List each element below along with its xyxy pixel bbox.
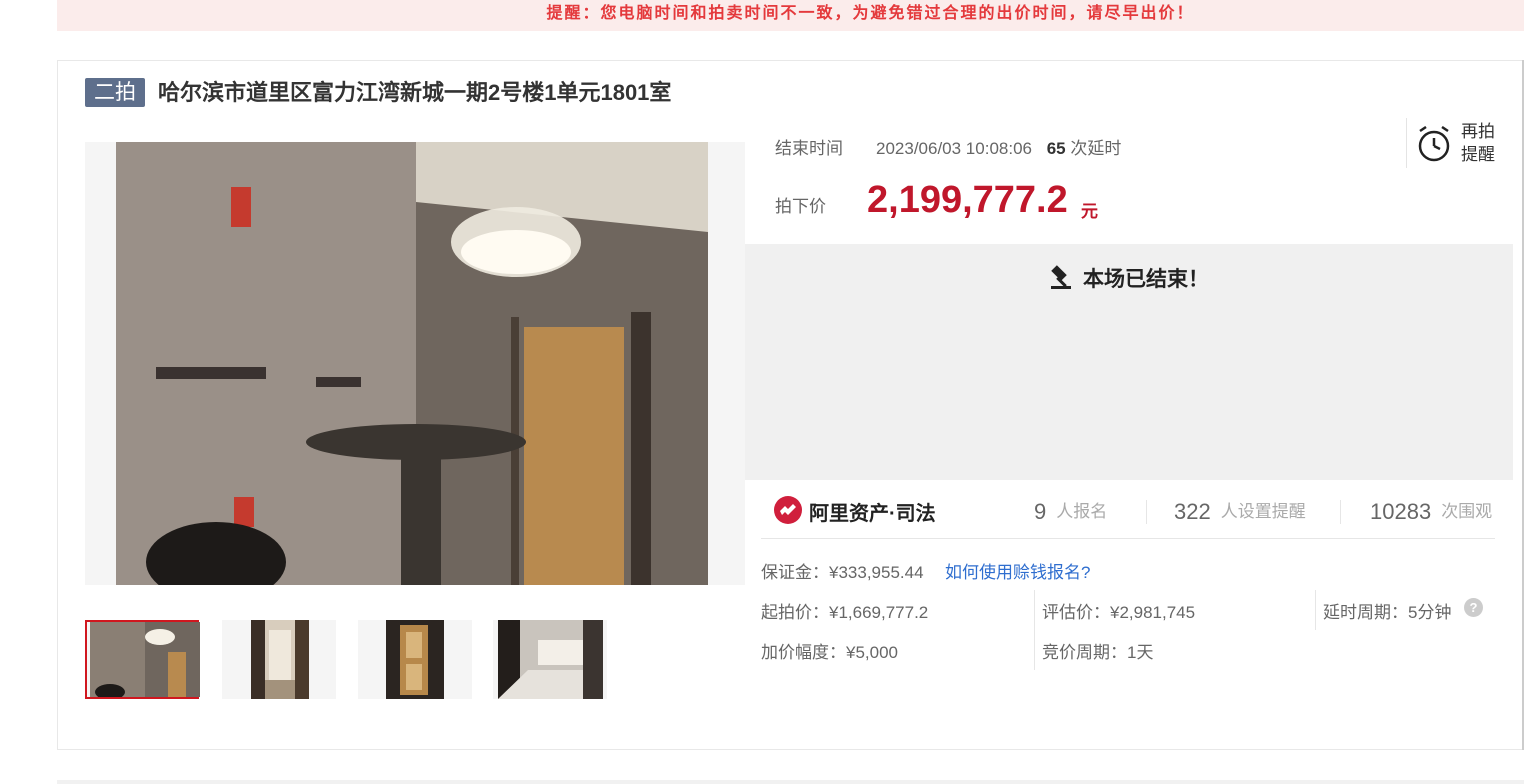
signup-count-label: 人报名	[1056, 502, 1108, 521]
thumbnail-4[interactable]	[493, 620, 607, 699]
auction-status-text: 本场已结束！	[1083, 268, 1209, 291]
auction-status-box: 本场已结束！	[745, 244, 1513, 480]
main-photo-image	[116, 142, 708, 585]
alarm-clock-icon	[1418, 126, 1450, 162]
reminder-count-number: 322	[1174, 499, 1211, 524]
reminder-label-line2: 提醒	[1461, 145, 1495, 164]
reminder-count-label: 人设置提醒	[1220, 502, 1306, 521]
time-mismatch-notice: 提醒：您电脑时间和拍卖时间不一致，为避免错过合理的出价时间，请尽早出价！	[57, 0, 1524, 31]
help-icon[interactable]: ?	[1464, 598, 1483, 617]
divider	[1146, 500, 1147, 524]
view-count-label: 次围观	[1441, 502, 1493, 521]
reminder-count: 322 人设置提醒	[1174, 497, 1306, 525]
thumbnail-1-image	[90, 622, 200, 697]
deposit-help-link[interactable]: 如何使用赊钱报名?	[945, 558, 1090, 583]
price-label: 拍下价	[775, 197, 826, 216]
divider	[1340, 500, 1341, 524]
thumbnail-1[interactable]	[85, 620, 200, 699]
divider	[1315, 590, 1316, 630]
lot-title: 哈尔滨市道里区富力江湾新城一期2号楼1单元1801室	[158, 80, 672, 105]
end-time-label: 结束时间	[775, 139, 843, 158]
price-unit: 元	[1081, 202, 1098, 221]
round-badge: 二拍	[85, 78, 145, 107]
delay-count: 65	[1046, 139, 1066, 158]
thumbnail-2[interactable]	[222, 620, 336, 699]
reminder-label: 再拍 提醒	[1461, 120, 1501, 166]
next-panel-edge	[57, 780, 1524, 784]
divider	[761, 538, 1495, 539]
deposit: 保证金：¥333,955.44	[761, 563, 924, 582]
appraisal-price: 评估价：¥2,981,745	[1042, 603, 1196, 622]
reminder-label-line1: 再拍	[1461, 122, 1495, 141]
thumbnail-3-image	[386, 620, 444, 699]
end-time: 2023/06/03 10:08:06 65 次延时	[876, 134, 1121, 159]
delay-suffix: 次延时	[1070, 139, 1122, 158]
main-photo[interactable]	[85, 142, 745, 585]
signup-count-number: 9	[1034, 499, 1047, 524]
start-price: 起拍价：¥1,669,777.2	[761, 603, 929, 622]
re-auction-reminder-button[interactable]: 再拍 提醒	[1406, 118, 1498, 168]
bid-increment: 加价幅度：¥5,000	[761, 643, 898, 662]
view-count: 10283 次围观	[1370, 497, 1492, 525]
bid-period: 竞价周期：1天	[1042, 643, 1154, 662]
brand-name: 阿里资产·司法	[809, 503, 936, 525]
gavel-icon	[1051, 265, 1071, 289]
end-time-value: 2023/06/03 10:08:06	[876, 139, 1032, 158]
thumbnail-3[interactable]	[358, 620, 472, 699]
signup-count: 9 人报名	[1034, 497, 1107, 525]
auction-ended-message: 本场已结束！	[745, 263, 1513, 293]
delay-period: 延时周期：5分钟	[1323, 603, 1452, 622]
thumbnail-2-image	[251, 620, 309, 699]
view-count-number: 10283	[1370, 499, 1432, 524]
final-price: 2,199,777.2	[867, 179, 1068, 221]
ali-assets-logo-icon	[774, 496, 802, 524]
divider	[1034, 590, 1035, 670]
thumbnail-4-image	[498, 620, 603, 699]
